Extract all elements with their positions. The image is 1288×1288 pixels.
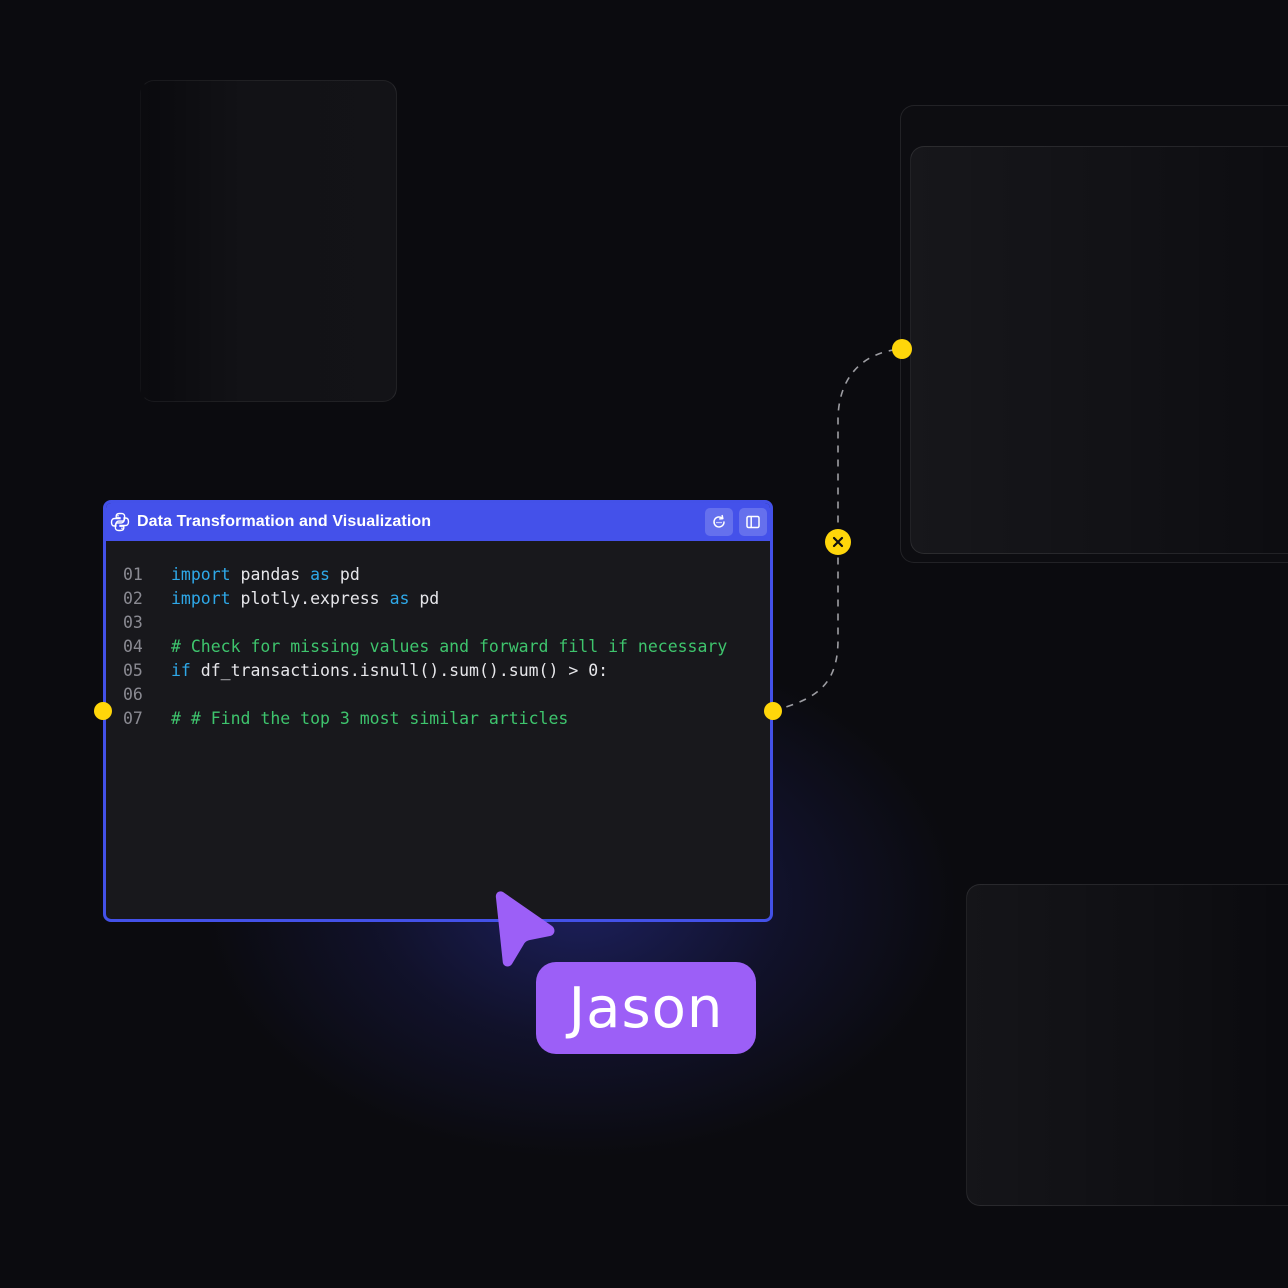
background-node-card: [966, 884, 1288, 1206]
code-token: df_transactions.isnull().sum().sum() > 0…: [190, 661, 609, 680]
code-keyword: as: [389, 589, 410, 608]
code-token: pd: [409, 589, 440, 608]
line-number: 07: [123, 709, 143, 728]
collaborator-name-tag: Jason: [536, 962, 756, 1054]
code-line[interactable]: 01 import pandas as pd: [123, 563, 770, 587]
line-number: 02: [123, 589, 143, 608]
code-line[interactable]: 07 # # Find the top 3 most similar articl…: [123, 707, 770, 731]
code-comment: # # Find the top 3 most similar articles: [171, 709, 569, 728]
code-keyword: import: [171, 565, 231, 584]
code-text: # # Find the top 3 most similar articles: [171, 707, 568, 731]
line-number: 01: [123, 565, 143, 584]
background-node-card: [140, 80, 397, 402]
code-text: import pandas as pd: [171, 563, 360, 587]
workflow-canvas[interactable]: Data Transformation and Visualization 01…: [0, 0, 1288, 1288]
code-text: if df_transactions.isnull().sum().sum() …: [171, 659, 608, 683]
code-token: plotly.express: [230, 589, 390, 608]
node-header[interactable]: Data Transformation and Visualization: [106, 503, 770, 541]
line-number: 03: [123, 613, 143, 632]
collaborator-cursor-icon: [495, 891, 555, 967]
target-port[interactable]: [892, 339, 912, 359]
panel-toggle-button[interactable]: [739, 508, 767, 536]
python-icon: [109, 511, 131, 533]
panel-toggle-icon: [746, 515, 760, 529]
code-keyword: if: [171, 661, 191, 680]
code-token: pd: [329, 565, 360, 584]
line-number: 04: [123, 637, 143, 656]
code-line[interactable]: 06: [123, 683, 770, 707]
code-text: import plotly.express as pd: [171, 587, 439, 611]
refresh-button[interactable]: [705, 508, 733, 536]
input-port[interactable]: [94, 702, 112, 720]
code-comment: # Check for missing values and forward f…: [171, 637, 728, 656]
code-text: # Check for missing values and forward f…: [171, 635, 727, 659]
code-line[interactable]: 04 # Check for missing values and forward…: [123, 635, 770, 659]
output-port[interactable]: [764, 702, 782, 720]
background-node-card[interactable]: [910, 146, 1288, 554]
code-line[interactable]: 02 import plotly.express as pd: [123, 587, 770, 611]
refresh-icon: [713, 514, 725, 528]
code-editor[interactable]: 01 import pandas as pd 02 import plotly.exp…: [106, 541, 770, 731]
code-line[interactable]: 05 if df_transactions.isnull().sum().sum(…: [123, 659, 770, 683]
delete-connection-button[interactable]: [825, 529, 851, 555]
line-number: 06: [123, 685, 143, 704]
code-line[interactable]: 03: [123, 611, 770, 635]
close-icon: [832, 536, 844, 548]
code-keyword: as: [310, 565, 330, 584]
code-node[interactable]: Data Transformation and Visualization 01…: [103, 500, 773, 922]
node-title: Data Transformation and Visualization: [137, 513, 432, 530]
code-token: pandas: [230, 565, 311, 584]
line-number: 05: [123, 661, 143, 680]
code-keyword: import: [171, 589, 231, 608]
